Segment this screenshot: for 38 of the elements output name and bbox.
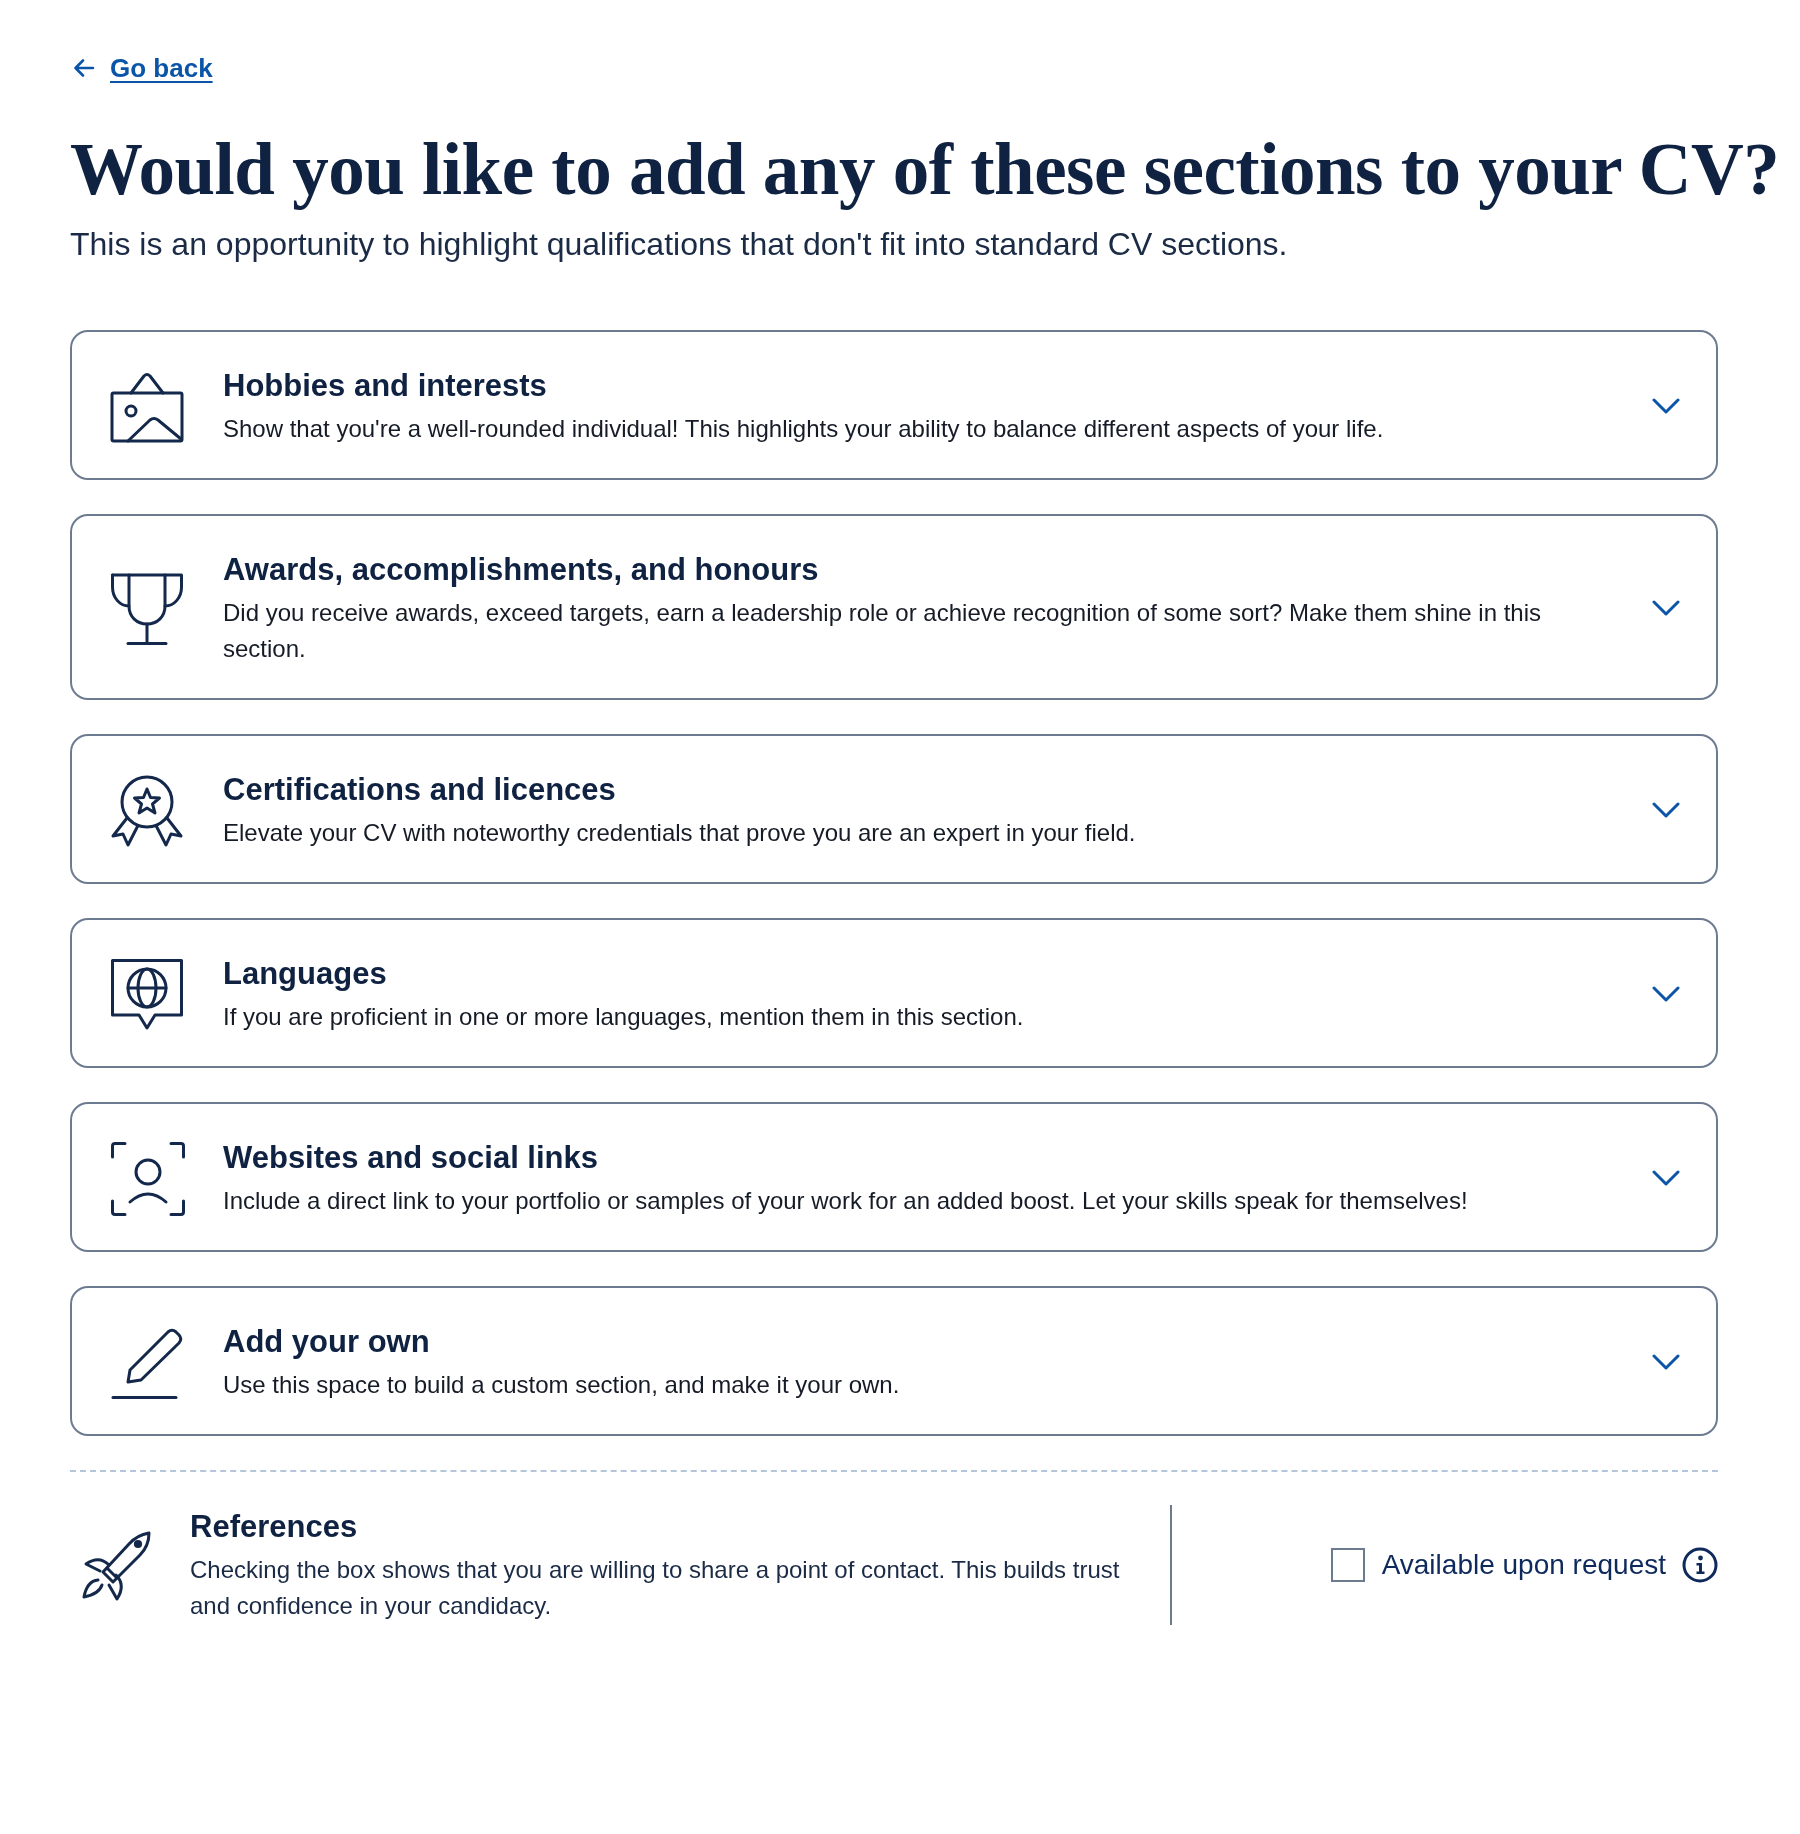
chevron-down-icon[interactable]	[1652, 802, 1680, 819]
section-title: Awards, accomplishments, and honours	[223, 551, 820, 589]
page-subheading: This is an opportunity to highlight qualifications that don't fit into standard CV sections.	[70, 225, 1289, 264]
section-title: Add your own	[223, 1323, 431, 1361]
section-description: Include a direct link to your portfolio or samples of your work for an added boost. Let your skills speak for themselves!	[223, 1186, 1469, 1216]
checkbox[interactable]	[1330, 1548, 1365, 1582]
globe-speech-bubble-icon	[110, 957, 184, 1032]
chevron-down-icon[interactable]	[1652, 1354, 1680, 1371]
section-description: Show that you're a well-rounded individual! This highlights your ability to balance different aspects of your life.	[223, 414, 1385, 444]
section-card[interactable]: Add your own Use this space to build a custom section, and make it your own.	[70, 1286, 1718, 1436]
section-card[interactable]: Certifications and licences Elevate your CV with noteworthy credentials that prove you are an expert in your field.	[70, 734, 1718, 884]
go-back-link[interactable]: Go back	[70, 52, 213, 84]
section-title: Certifications and licences	[223, 771, 617, 809]
chevron-down-icon[interactable]	[1652, 986, 1680, 1003]
framed-picture-icon	[110, 370, 184, 443]
section-card[interactable]: Awards, accomplishments, and honours Did you receive awards, exceed targets, earn a leadership role or achieve recognition of some sort? Make them shine in this section.	[70, 514, 1718, 700]
page-heading: Would you like to add any of these sections to your CV?	[70, 128, 1780, 212]
section-description: If you are proficient in one or more languages, mention them in this section.	[223, 1002, 1025, 1032]
section-card[interactable]: Websites and social links Include a direct link to your portfolio or samples of your work for an added boost. Let your skills speak for themselves!	[70, 1102, 1718, 1252]
section-description: Did you receive awards, exceed targets, earn a leadership role or achieve recognition of some sort? Make them shine in this section.	[223, 598, 1543, 664]
section-title: Websites and social links	[223, 1139, 599, 1177]
section-title: Hobbies and interests	[223, 367, 548, 405]
section-description: Elevate your CV with noteworthy credentials that prove you are an expert in your field.	[223, 818, 1137, 848]
section-card[interactable]: Hobbies and interests Show that you're a well-rounded individual! This highlights your ability to balance different aspects of your life.	[70, 330, 1718, 480]
checkbox-label[interactable]: Available upon request	[1381, 1547, 1666, 1583]
section-title: Languages	[223, 955, 388, 993]
chevron-down-icon[interactable]	[1652, 1170, 1680, 1187]
section-card[interactable]: Languages If you are proficient in one or more languages, mention them in this section.	[70, 918, 1718, 1068]
trophy-icon	[110, 571, 184, 646]
person-frame-icon	[110, 1140, 186, 1217]
chevron-down-icon[interactable]	[1652, 398, 1680, 415]
info-icon[interactable]	[1682, 1547, 1718, 1583]
references-title: References	[190, 1507, 359, 1546]
references-description: Checking the box shows that you are willing to share a point of contact. This builds trust and confidence in your candidacy.	[190, 1554, 1121, 1621]
arrow-left-icon	[73, 58, 95, 78]
section-description: Use this space to build a custom section, and make it your own.	[223, 1370, 901, 1400]
chevron-down-icon[interactable]	[1652, 600, 1680, 617]
rosette-star-icon	[110, 773, 184, 848]
